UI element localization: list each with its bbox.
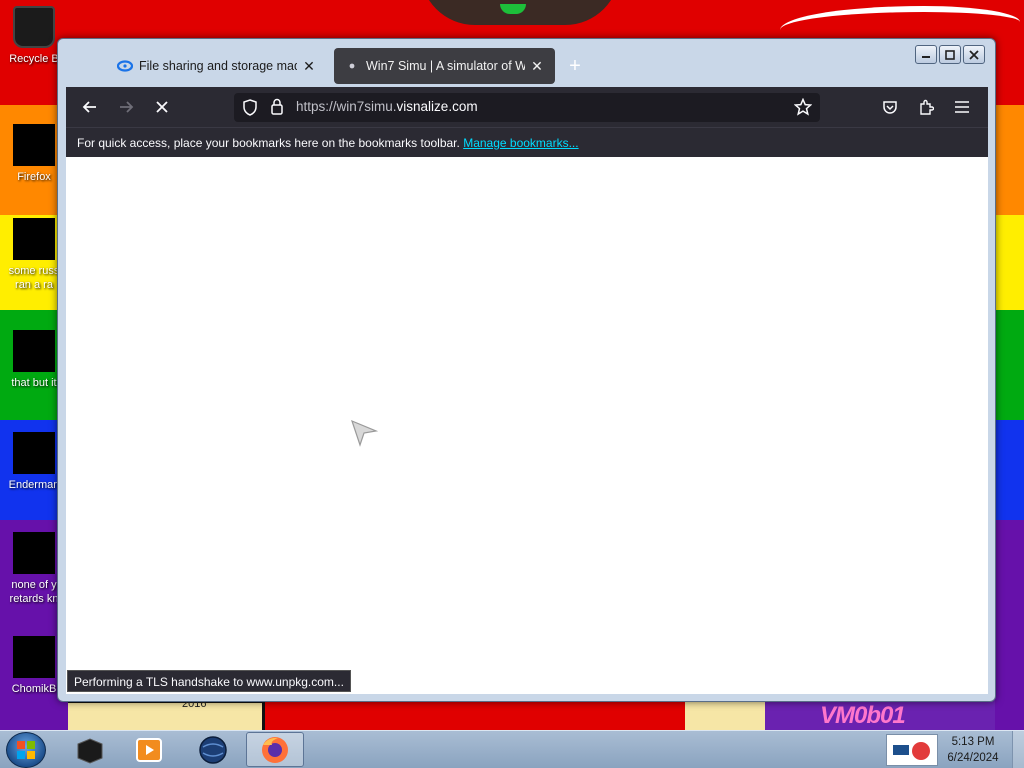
bookmark-star-icon[interactable] (793, 97, 813, 121)
close-icon (969, 49, 979, 60)
url-host: visnalize.com (396, 99, 478, 114)
cloud-logo-icon (117, 58, 133, 74)
dark-cube-icon (77, 737, 103, 764)
shortcut-icon (13, 330, 55, 372)
show-desktop-button[interactable] (1012, 731, 1024, 768)
back-arrow-icon (82, 101, 96, 113)
tab-win7-simu[interactable]: Win7 Simu | A simulator of Win ✕ (334, 48, 555, 84)
system-tray-icon (893, 742, 930, 760)
windows-logo-icon (17, 741, 35, 759)
globe-icon (199, 735, 227, 764)
firefox-shortcut-icon (13, 124, 55, 166)
taskbar-item-media-player[interactable] (120, 732, 178, 767)
pocket-icon (883, 101, 897, 114)
shortcut-icon (13, 636, 55, 678)
shield-icon[interactable] (242, 99, 258, 121)
pocket-button[interactable] (876, 93, 904, 121)
recycle-bin-icon (13, 6, 55, 48)
wallpaper-vm-text: VM0b01 (820, 702, 906, 729)
wallpaper-figure (420, 0, 620, 25)
wallpaper-art-right (685, 700, 765, 730)
lock-icon[interactable] (270, 98, 284, 120)
forward-arrow-icon (120, 101, 134, 113)
shortcut-icon (13, 532, 55, 574)
shortcut-icon (13, 218, 55, 260)
taskbar-item-firefox[interactable] (246, 732, 304, 767)
tab-title: File sharing and storage made s (139, 59, 297, 73)
minimize-icon (922, 55, 930, 58)
clock-date: 6/24/2024 (947, 752, 999, 764)
back-button[interactable] (76, 93, 104, 121)
url-bar[interactable]: https://win7simu.visnalize.com (234, 93, 820, 122)
taskbar: 5:13 PM 6/24/2024 (0, 730, 1024, 768)
system-clock[interactable]: 5:13 PM 6/24/2024 (940, 734, 1006, 766)
puzzle-icon (920, 99, 934, 115)
maximize-button[interactable] (939, 45, 961, 64)
extensions-button[interactable] (912, 93, 940, 121)
forward-button[interactable] (112, 93, 140, 121)
firefox-window: File sharing and storage made s ✕ Win7 S… (57, 38, 996, 702)
wallpaper-eye (500, 4, 526, 14)
firefox-icon (262, 736, 288, 763)
status-panel: Performing a TLS handshake to www.unpkg.… (67, 670, 351, 692)
close-icon[interactable]: ✕ (529, 58, 545, 74)
maximize-icon (945, 49, 955, 60)
hamburger-menu-icon (955, 101, 969, 113)
minimize-button[interactable] (915, 45, 937, 64)
manage-bookmarks-link[interactable]: Manage bookmarks... (463, 136, 578, 150)
url-prefix: https://win7simu. (296, 99, 397, 114)
taskbar-item-app-1[interactable] (60, 732, 118, 767)
tab-strip: File sharing and storage made s ✕ Win7 S… (58, 39, 995, 89)
wallpaper-art-mid (262, 700, 692, 730)
mouse-cursor-icon (351, 419, 378, 447)
bookmarks-message: For quick access, place your bookmarks h… (77, 136, 460, 150)
start-button[interactable] (6, 732, 46, 768)
loading-dot-icon (344, 58, 360, 74)
tab-title: Win7 Simu | A simulator of Win (366, 59, 525, 73)
shortcut-icon (13, 432, 55, 474)
navigation-toolbar: https://win7simu.visnalize.com (66, 87, 988, 127)
tab-file-sharing[interactable]: File sharing and storage made s ✕ (107, 48, 327, 84)
close-window-button[interactable] (963, 45, 985, 64)
url-text[interactable]: https://win7simu.visnalize.com (296, 99, 478, 114)
stop-x-icon (156, 101, 168, 113)
close-icon[interactable]: ✕ (301, 58, 317, 74)
new-tab-button[interactable]: + (563, 56, 587, 78)
menu-button[interactable] (948, 93, 976, 121)
bookmarks-toolbar: For quick access, place your bookmarks h… (66, 127, 988, 157)
window-controls (915, 45, 985, 64)
tray-app-icon[interactable] (886, 734, 938, 766)
clock-time: 5:13 PM (951, 736, 995, 748)
stop-button[interactable] (148, 93, 176, 121)
page-content[interactable]: Performing a TLS handshake to www.unpkg.… (66, 157, 988, 694)
media-player-icon (136, 737, 162, 762)
taskbar-item-globe[interactable] (184, 732, 242, 767)
wallpaper-art-left (68, 700, 268, 730)
